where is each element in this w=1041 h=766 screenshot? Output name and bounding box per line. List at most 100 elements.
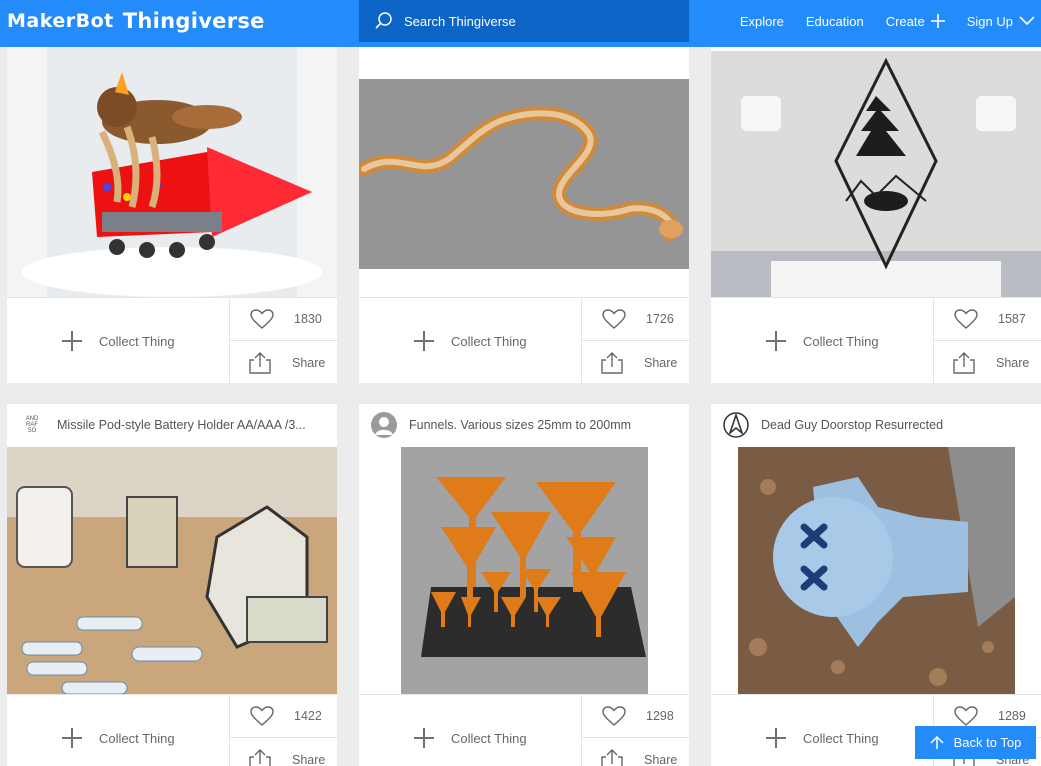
collect-label: Collect Thing (803, 730, 879, 746)
share-label: Share (292, 752, 326, 766)
user-avatar-icon[interactable] (371, 412, 397, 438)
thing-image[interactable] (359, 79, 689, 269)
thing-card[interactable]: AND RAF SO Missile Pod-style Battery Hol… (7, 404, 338, 766)
heart-icon (954, 309, 978, 329)
collect-thing-button[interactable]: Collect Thing (7, 695, 229, 766)
thing-image[interactable] (401, 447, 648, 694)
thing-card[interactable]: Collect Thing 1830 Share (7, 47, 338, 384)
nav-create-label: Create (885, 13, 925, 29)
arrow-up-icon (930, 735, 944, 749)
top-header: MakerBot Thingiverse Search Thingiverse … (0, 0, 1041, 47)
thing-card[interactable]: Collect Thing 1726 Share (359, 47, 690, 384)
plus-icon (62, 728, 82, 748)
card-right-col: 1298 Share (581, 695, 690, 766)
collect-thing-button[interactable]: Collect Thing (359, 695, 581, 766)
search-input[interactable]: Search Thingiverse (404, 14, 516, 29)
thing-image[interactable] (7, 47, 337, 297)
share-button[interactable]: Share (230, 341, 338, 384)
plus-icon (930, 14, 945, 28)
share-icon (249, 351, 271, 374)
back-to-top-button[interactable]: Back to Top (915, 726, 1036, 759)
like-count: 1422 (294, 709, 322, 723)
heart-icon (602, 309, 626, 329)
search-bar[interactable]: Search Thingiverse (359, 0, 689, 42)
heart-icon (250, 309, 274, 329)
top-nav: Explore Education Create Sign Up (740, 0, 1041, 42)
makerbot-thingiverse-logo[interactable]: MakerBot Thingiverse (7, 6, 265, 36)
card-right-col: 1726 Share (581, 298, 690, 384)
thing-title-row[interactable]: AND RAF SO Missile Pod-style Battery Hol… (19, 412, 325, 438)
plus-icon (62, 331, 82, 351)
like-count: 1289 (998, 709, 1026, 723)
card-right-col: 1830 Share (229, 298, 338, 384)
like-count: 1298 (646, 709, 674, 723)
like-button[interactable]: 1587 (934, 298, 1041, 341)
thing-image[interactable] (738, 447, 1015, 694)
like-count: 1830 (294, 312, 322, 326)
share-button[interactable]: Share (230, 738, 338, 766)
thing-title-row[interactable]: Funnels. Various sizes 25mm to 200mm (371, 412, 677, 438)
like-count: 1587 (998, 312, 1026, 326)
share-label: Share (292, 355, 326, 370)
share-icon (249, 748, 271, 766)
collect-thing-button[interactable]: Collect Thing (359, 298, 581, 384)
share-label: Share (644, 752, 678, 766)
card-right-col: 1422 Share (229, 695, 338, 766)
card-actions: Collect Thing 1422 Share (7, 694, 338, 766)
logo-thingiverse-text: Thingiverse (122, 9, 265, 33)
search-icon (375, 12, 392, 29)
thing-title-row[interactable]: Dead Guy Doorstop Resurrected (723, 412, 1029, 438)
nav-education[interactable]: Education (806, 14, 864, 29)
card-actions: Collect Thing 1587 Share (711, 297, 1041, 384)
thing-card[interactable]: Collect Thing 1587 Share (711, 47, 1041, 384)
plus-icon (766, 331, 786, 351)
share-label: Share (996, 355, 1030, 370)
share-label: Share (644, 355, 678, 370)
share-button[interactable]: Share (582, 341, 690, 384)
thing-title[interactable]: Dead Guy Doorstop Resurrected (761, 418, 943, 432)
like-button[interactable]: 1830 (230, 298, 338, 341)
like-button[interactable]: 1422 (230, 695, 338, 738)
heart-icon (602, 706, 626, 726)
share-icon (953, 351, 975, 374)
collect-thing-button[interactable]: Collect Thing (711, 298, 933, 384)
collect-thing-button[interactable]: Collect Thing (711, 695, 933, 766)
collect-label: Collect Thing (803, 333, 879, 349)
collect-label: Collect Thing (451, 333, 527, 349)
thing-card[interactable]: Funnels. Various sizes 25mm to 200mm Col… (359, 404, 690, 766)
collect-label: Collect Thing (451, 730, 527, 746)
thing-title[interactable]: Funnels. Various sizes 25mm to 200mm (409, 418, 631, 432)
like-count: 1726 (646, 312, 674, 326)
collect-label: Collect Thing (99, 730, 175, 746)
nav-sign-up-label: Sign Up (966, 13, 1013, 29)
plus-icon (414, 331, 434, 351)
heart-icon (250, 706, 274, 726)
thing-image[interactable] (711, 51, 1041, 297)
logo-makerbot-text: MakerBot (7, 10, 114, 32)
share-icon (601, 351, 623, 374)
thing-image[interactable] (7, 447, 337, 694)
plus-icon (414, 728, 434, 748)
card-actions: Collect Thing 1830 Share (7, 297, 338, 384)
card-actions: Collect Thing 1298 Share (359, 694, 690, 766)
plus-icon (766, 728, 786, 748)
thing-card[interactable]: Dead Guy Doorstop Resurrected Collect Th… (711, 404, 1041, 766)
card-right-col: 1587 Share (933, 298, 1041, 384)
thing-title[interactable]: Missile Pod-style Battery Holder AA/AAA … (57, 418, 306, 432)
collect-label: Collect Thing (99, 333, 175, 349)
like-button[interactable]: 1298 (582, 695, 690, 738)
nav-explore[interactable]: Explore (740, 14, 784, 29)
card-actions: Collect Thing 1726 Share (359, 297, 690, 384)
share-button[interactable]: Share (934, 341, 1041, 384)
nav-create[interactable]: Create (886, 14, 945, 29)
chevron-down-icon (1019, 16, 1035, 26)
nav-sign-up[interactable]: Sign Up (967, 14, 1035, 29)
creator-avatar[interactable]: AND RAF SO (19, 412, 45, 438)
back-to-top-label: Back to Top (953, 735, 1022, 750)
collect-thing-button[interactable]: Collect Thing (7, 298, 229, 384)
share-icon (601, 748, 623, 766)
heart-icon (954, 706, 978, 726)
starfleet-avatar-icon[interactable] (723, 412, 749, 438)
share-button[interactable]: Share (582, 738, 690, 766)
like-button[interactable]: 1726 (582, 298, 690, 341)
